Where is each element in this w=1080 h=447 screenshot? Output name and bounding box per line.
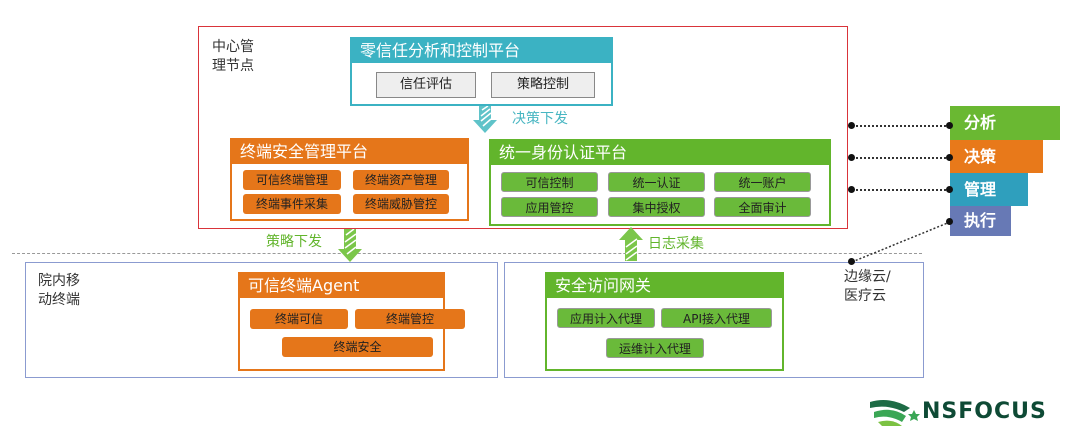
tsm-item: 可信终端管理 xyxy=(243,170,341,190)
connector-dot xyxy=(848,122,855,129)
access-gateway-box: 安全访问网关 应用计入代理 API接入代理 运维计入代理 xyxy=(545,272,784,371)
layer-analysis: 分析 xyxy=(950,106,1060,140)
label-line: 中心管 xyxy=(212,39,254,55)
iam-item: 集中授权 xyxy=(608,197,705,217)
label-line: 理节点 xyxy=(212,58,254,74)
label-line: 医疗云 xyxy=(844,288,886,304)
tsm-item: 终端资产管理 xyxy=(353,170,449,190)
iam-title: 统一身份认证平台 xyxy=(491,141,829,165)
connector xyxy=(851,221,951,263)
connector-dot xyxy=(848,154,855,161)
connector-dot xyxy=(848,186,855,193)
iam-item: 全面审计 xyxy=(714,197,811,217)
gateway-item: 应用计入代理 xyxy=(557,308,655,328)
gateway-title: 安全访问网关 xyxy=(547,274,782,298)
decision-label: 决策下发 xyxy=(512,111,568,127)
zero-trust-platform: 零信任分析和控制平台 信任评估 策略控制 xyxy=(350,37,613,106)
log-collect-label: 日志采集 xyxy=(648,236,704,252)
gateway-item: API接入代理 xyxy=(661,308,772,328)
trust-eval-item: 信任评估 xyxy=(376,72,476,98)
policy-control-item: 策略控制 xyxy=(491,72,595,98)
zero-trust-title: 零信任分析和控制平台 xyxy=(352,39,611,63)
policy-down-label: 策略下发 xyxy=(266,234,322,250)
label-line: 动终端 xyxy=(38,292,80,308)
connector xyxy=(852,125,950,127)
agent-item: 终端安全 xyxy=(282,337,433,357)
tsm-item: 终端威胁管控 xyxy=(353,194,449,214)
decision-arrow-icon xyxy=(473,106,497,133)
connector-dot xyxy=(946,122,953,129)
identity-auth-platform: 统一身份认证平台 可信控制 统一认证 统一账户 应用管控 集中授权 全面审计 xyxy=(489,139,831,226)
tsm-item: 终端事件采集 xyxy=(243,194,341,214)
iam-item: 应用管控 xyxy=(501,197,598,217)
connector-dot xyxy=(946,186,953,193)
trusted-agent-box: 可信终端Agent 终端可信 终端管控 终端安全 xyxy=(238,272,465,371)
connector xyxy=(852,189,950,191)
connector xyxy=(852,157,950,159)
connector-dot xyxy=(848,258,855,265)
gateway-item: 运维计入代理 xyxy=(606,338,704,358)
edge-label: 边缘云/医疗云 xyxy=(844,268,891,306)
connector-dot xyxy=(946,154,953,161)
connector-dot xyxy=(946,218,953,225)
agent-item: 终端管控 xyxy=(355,309,465,329)
log-up-arrow-icon xyxy=(619,227,643,261)
terminal-security-platform: 终端安全管理平台 可信终端管理 终端资产管理 终端事件采集 终端威胁管控 xyxy=(230,138,469,221)
iam-item: 可信控制 xyxy=(501,172,598,192)
nsfocus-logo-text: NSFOCUS xyxy=(922,399,1047,424)
label-line: 院内移 xyxy=(38,273,80,289)
policy-down-arrow-icon xyxy=(338,229,362,262)
nsfocus-logo-icon xyxy=(870,400,920,426)
layer-management: 管理 xyxy=(950,173,1028,206)
mobile-label: 院内移 动终端 xyxy=(38,272,80,310)
center-node-label: 中心管 理节点 xyxy=(212,38,254,76)
layer-execution: 执行 xyxy=(950,206,1011,236)
divider xyxy=(12,253,922,254)
iam-item: 统一账户 xyxy=(714,172,811,192)
agent-item: 终端可信 xyxy=(250,309,348,329)
layer-decision: 决策 xyxy=(950,140,1043,173)
iam-item: 统一认证 xyxy=(608,172,705,192)
label-line: 边缘云/ xyxy=(844,269,891,285)
agent-title: 可信终端Agent xyxy=(240,274,443,298)
tsm-title: 终端安全管理平台 xyxy=(232,140,467,164)
